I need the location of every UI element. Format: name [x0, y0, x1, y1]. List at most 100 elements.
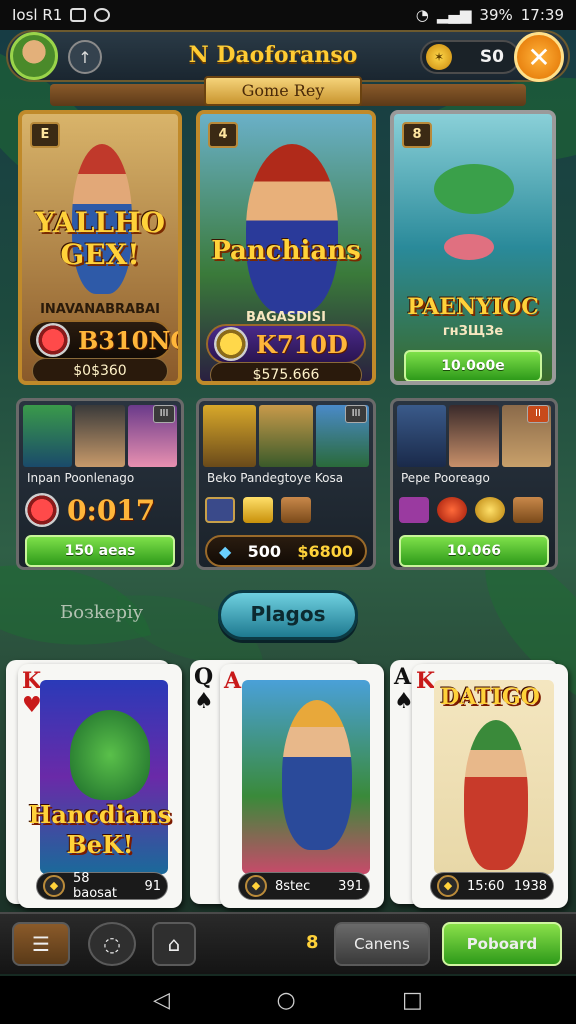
- tile-badge: II: [527, 405, 549, 423]
- card-art: [242, 680, 370, 874]
- coin-icon: ✶: [426, 44, 452, 70]
- avatar[interactable]: [10, 32, 58, 80]
- card-footer-icon: ◆: [437, 875, 459, 897]
- card-footer-left: 58 baosat: [73, 871, 118, 901]
- tile-label: Inpan Poonlenago: [27, 471, 135, 485]
- jackpot-bar: B310NO: [28, 320, 178, 360]
- card-badge: 4: [208, 122, 238, 148]
- fish-figure: [444, 234, 494, 260]
- banner-label: Gome Rey: [204, 76, 362, 106]
- home-icon: ⌂: [167, 932, 181, 956]
- tile-gem-row: [205, 487, 367, 533]
- crate-icon: [513, 497, 543, 523]
- tile-footer: ◆ 500 $6800: [205, 535, 367, 567]
- card-subtitle: BAGASDISI: [246, 310, 326, 325]
- game-tile-3[interactable]: II Pepe Pooreago 10.066: [390, 398, 558, 570]
- jackpot-value: B310NO: [78, 325, 182, 355]
- card-footer-icon: ◆: [245, 875, 267, 897]
- playing-card-3[interactable]: K DATIGO ◆ 15:60 1938: [412, 664, 568, 908]
- card-rank: A: [394, 664, 412, 690]
- card-headline-1: YALLHO: [34, 206, 166, 239]
- section-label: Бoзkepiy: [60, 602, 143, 623]
- game-card-2[interactable]: 4 Panchians BAGASDISI K710D $575.666: [196, 110, 376, 385]
- clock: 17:39: [520, 6, 564, 24]
- chat-button[interactable]: ◌: [88, 922, 136, 966]
- card-footer-left: 8stec: [275, 878, 311, 894]
- card-headline-2: GEX!: [60, 238, 140, 271]
- card-badge: E: [30, 122, 60, 148]
- tile-label: Beko Pandegtoye Kosa: [207, 471, 344, 485]
- card-headline: Panchians: [211, 236, 361, 266]
- tile-footer-value: $6800: [297, 541, 353, 561]
- canens-button[interactable]: Canens: [334, 922, 430, 966]
- playing-card-1[interactable]: K ♥ Hancdians BeK! ◆ 58 baosat 91: [18, 664, 182, 908]
- game-card-1[interactable]: E YALLHO GEX! INAVANABRABAI B310NO $0$36…: [18, 110, 182, 385]
- card-rank: K: [22, 668, 42, 694]
- game-tile-2[interactable]: III Beko Pandegtoye Kosa ◆ 500 $6800: [196, 398, 376, 570]
- coin-value: S0: [479, 47, 504, 67]
- card-footer: ◆ 58 baosat 91: [36, 871, 168, 901]
- system-nav-bar: ◁ ○ □: [0, 976, 576, 1024]
- nav-up-button[interactable]: ↑: [68, 40, 102, 74]
- gold-coin-icon: [475, 497, 505, 523]
- crate-icon: [281, 497, 311, 523]
- spade-icon: ♠: [394, 688, 414, 714]
- tile-badge: III: [153, 405, 175, 423]
- tile-label: Pepe Pooreago: [401, 471, 490, 485]
- status-text: Iosl R1: [12, 6, 63, 24]
- mail-icon: [70, 8, 87, 22]
- plagos-button[interactable]: Plagos: [218, 590, 358, 640]
- thumbnail: [397, 405, 447, 467]
- card-title: DATIGO: [440, 684, 540, 710]
- card-footer-value: $575.666: [210, 362, 362, 381]
- play-button[interactable]: 10.0o0e: [404, 350, 542, 381]
- thumbnail: [75, 405, 125, 467]
- menu-button[interactable]: ☰: [12, 922, 70, 966]
- home-button[interactable]: ⌂: [152, 922, 196, 966]
- tile-button[interactable]: 10.066: [399, 535, 549, 567]
- card-title-1: Hancdians: [28, 800, 172, 829]
- thumbnail: [449, 405, 499, 467]
- home-icon[interactable]: ○: [276, 988, 295, 1013]
- tile-value: 500: [247, 541, 282, 561]
- tile-button[interactable]: 150 aeas: [25, 535, 175, 567]
- game-tile-1[interactable]: III Inpan Poonlenago 0:017 150 aeas: [16, 398, 184, 570]
- signal-icon: ▂▄▆: [436, 6, 472, 24]
- tile-badge: III: [345, 405, 367, 423]
- arrow-up-icon: ↑: [78, 47, 92, 67]
- red-coin-icon: [437, 497, 467, 523]
- card-rank: A: [224, 668, 242, 694]
- card-badge: 8: [402, 122, 432, 148]
- card-footer-right: 391: [338, 878, 363, 894]
- recents-icon[interactable]: □: [402, 988, 423, 1013]
- thumbnail: [259, 405, 313, 467]
- chest-icon: [399, 497, 429, 523]
- spade-icon: ♠: [194, 688, 214, 714]
- coin-balance[interactable]: ✶ S0: [420, 40, 520, 74]
- close-button[interactable]: ✕: [514, 32, 564, 82]
- card-subtitle: гнЗЩЗе: [442, 324, 504, 339]
- wifi-icon: ◔: [415, 6, 429, 24]
- heart-icon: ♥: [22, 692, 42, 718]
- chip-icon: [25, 493, 59, 527]
- card-footer-left: 15:60: [467, 878, 505, 894]
- jackpot-icon: [36, 323, 70, 357]
- poboard-button[interactable]: Poboard: [442, 922, 562, 966]
- close-icon: ✕: [527, 40, 551, 74]
- status-bar: Iosl R1 ◔ ▂▄▆ 39% 17:39: [0, 0, 576, 30]
- alert-badge[interactable]: 8: [306, 932, 319, 953]
- jackpot-bar: K710D: [206, 324, 366, 364]
- card-footer: ◆ 8stec 391: [238, 872, 370, 900]
- hero-figure: [282, 700, 352, 850]
- gold-bar-icon: [243, 497, 273, 523]
- diamond-icon: ◆: [219, 541, 232, 561]
- back-icon[interactable]: ◁: [153, 988, 170, 1013]
- game-card-3[interactable]: 8 PAENYIOC гнЗЩЗе 10.0o0e: [390, 110, 556, 385]
- card-footer-right: 91: [144, 878, 161, 894]
- menu-icon: ☰: [32, 932, 50, 956]
- fish-figure: [434, 164, 514, 214]
- playing-card-2[interactable]: A ◆ 8stec 391: [220, 664, 384, 908]
- card-title-2: BeK!: [66, 830, 134, 859]
- jackpot-value: K710D: [256, 329, 348, 359]
- fish-figure: [70, 710, 150, 800]
